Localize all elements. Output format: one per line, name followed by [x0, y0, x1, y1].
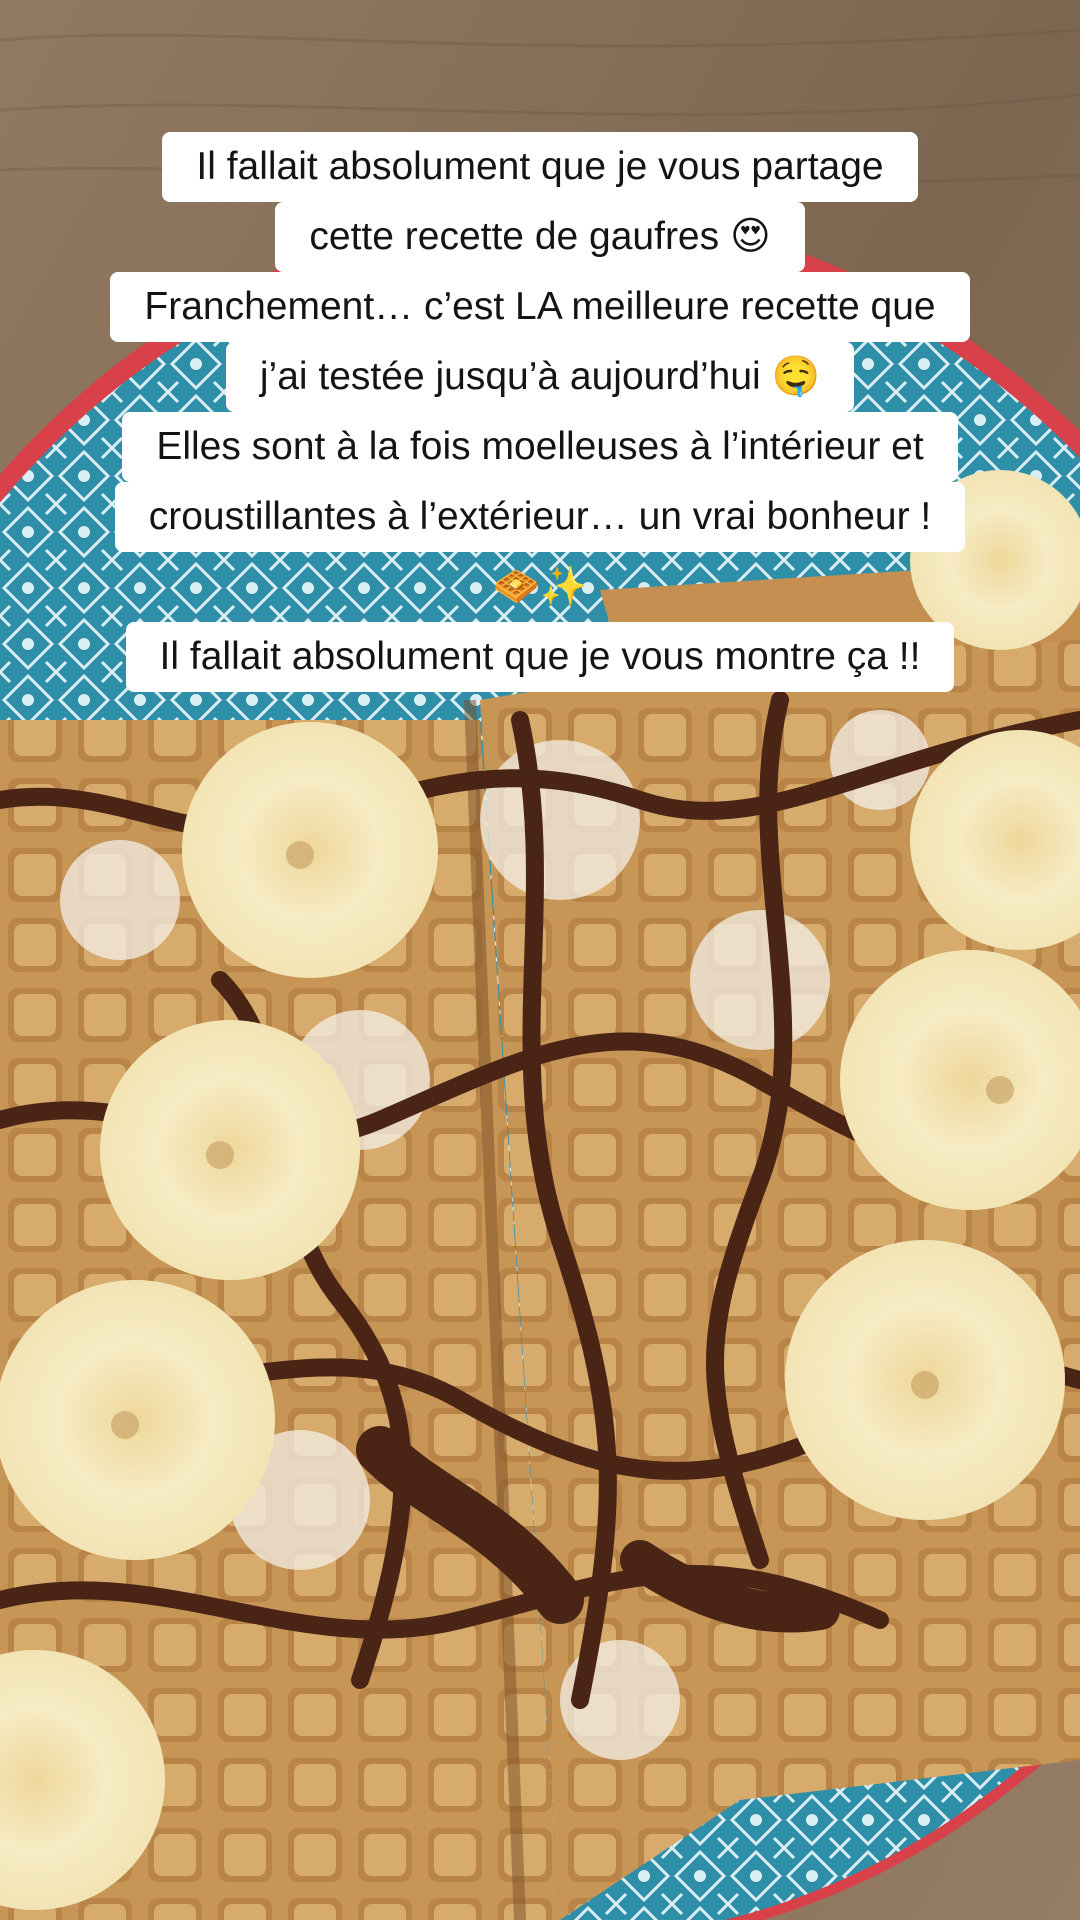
caption-line: Il fallait absolument que je vous partag…: [162, 132, 918, 202]
caption-line: croustillantes à l’extérieur… un vrai bo…: [114, 482, 966, 552]
caption-emoji-line: 🧇✨: [492, 566, 588, 608]
caption-line: j’ai testée jusqu’à aujourd’hui 🤤: [225, 342, 855, 412]
caption-line: Il fallait absolument que je vous montre…: [125, 622, 955, 692]
caption-line: cette recette de gaufres 😍: [275, 202, 805, 272]
caption-line: Elles sont à la fois moelleuses à l’inté…: [122, 412, 958, 482]
caption-line: Franchement… c’est LA meilleure recette …: [110, 272, 970, 342]
caption-overlay: Il fallait absolument que je vous partag…: [0, 132, 1080, 692]
